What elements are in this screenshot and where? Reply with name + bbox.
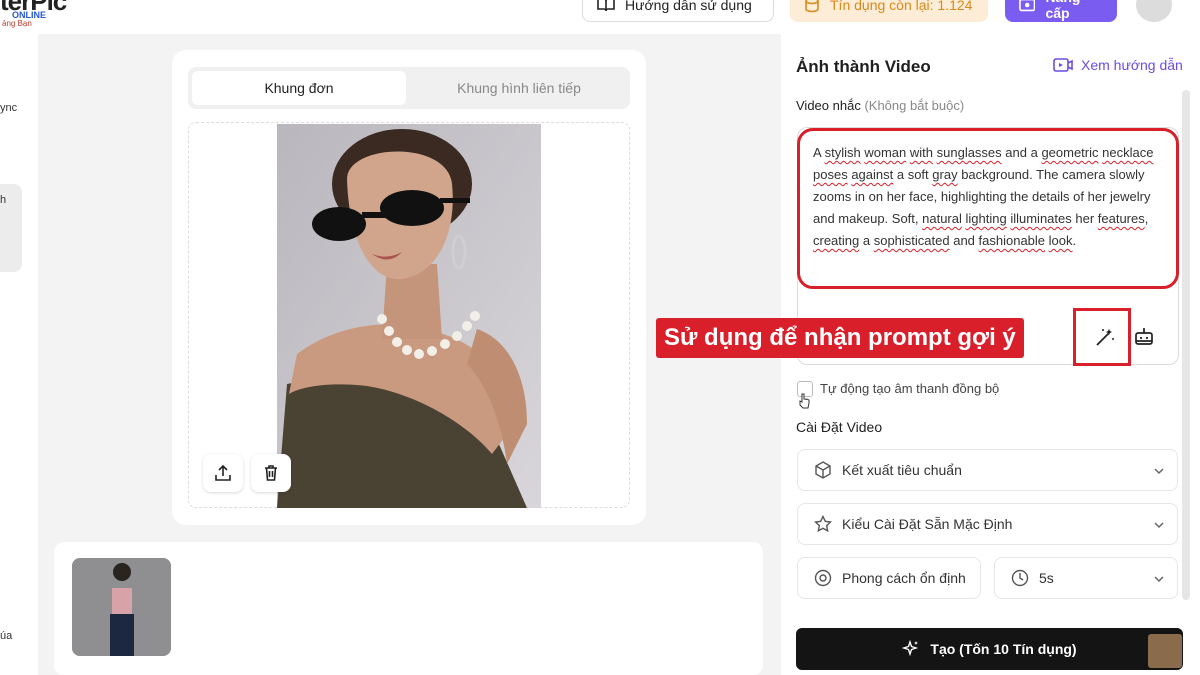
chevron-down-icon — [1154, 468, 1164, 475]
hand-cursor-icon — [799, 393, 810, 409]
prompt-label: Video nhắc (Không bắt buộc) — [796, 98, 964, 113]
robot-icon[interactable] — [1133, 325, 1155, 347]
create-video-button[interactable]: Tạo (Tốn 10 Tín dụng) — [796, 628, 1183, 670]
credits-label: Tín dụng còn lại: 1.124 — [830, 0, 973, 13]
book-icon — [597, 0, 615, 12]
app-logo[interactable]: terPic ONLINE ảng Bạn — [0, 0, 82, 32]
video-settings-title: Cài Đặt Video — [796, 419, 883, 435]
cube-icon — [815, 461, 831, 479]
credits-badge[interactable]: Tín dụng còn lại: 1.124 — [790, 0, 988, 22]
user-avatar[interactable] — [1136, 0, 1172, 22]
render-mode-select[interactable]: Kết xuất tiêu chuẩn — [797, 449, 1178, 491]
upgrade-label: Nâng cấp — [1045, 0, 1080, 21]
render-mode-value: Kết xuất tiêu chuẩn — [842, 462, 962, 478]
style-preset-value: Kiểu Cài Đặt Sẵn Mặc Định — [842, 516, 1013, 532]
guide-label: Hướng dẫn sử dụng — [625, 0, 752, 13]
clock-icon — [1011, 569, 1029, 587]
chevron-down-icon — [1154, 522, 1164, 529]
top-bar: terPic ONLINE ảng Bạn Hướng dẫn sử dụng … — [0, 0, 1200, 34]
sparkle-icon — [902, 640, 919, 657]
tab-sequence-frames[interactable]: Khung hình liên tiếp — [412, 71, 626, 105]
star-icon — [814, 515, 832, 533]
prompt-label-text: Video nhắc — [796, 98, 861, 113]
suggest-prompt-callout: Sử dụng để nhận prompt gợi ý — [656, 318, 1024, 358]
uploaded-photo — [277, 124, 541, 508]
panel-scrollbar[interactable] — [1182, 90, 1190, 600]
logo-tagline: ảng Bạn — [2, 19, 32, 28]
guide-button[interactable]: Hướng dẫn sử dụng — [582, 0, 774, 22]
prompt-optional-text: (Không bắt buộc) — [864, 98, 965, 113]
sidebar-item-label[interactable]: h — [0, 194, 6, 206]
video-guide-icon — [1053, 58, 1073, 72]
upgrade-button[interactable]: Nâng cấp — [1005, 0, 1117, 22]
camera-style-select[interactable]: Phong cách ổn định — [797, 557, 981, 599]
view-guide-label: Xem hướng dẫn — [1081, 57, 1183, 73]
presenter-thumbnail — [1148, 634, 1182, 668]
style-preset-select[interactable]: Kiểu Cài Đặt Sẵn Mặc Định — [797, 503, 1178, 545]
left-sidebar: ync h úa — [0, 34, 38, 675]
history-thumbnail[interactable] — [72, 558, 171, 656]
crown-icon — [1019, 0, 1036, 12]
tab-single-frame[interactable]: Khung đơn — [192, 71, 406, 105]
view-guide-link[interactable]: Xem hướng dẫn — [1053, 57, 1183, 73]
upload-button[interactable] — [203, 454, 243, 492]
magic-wand-icon[interactable] — [1094, 326, 1116, 348]
upload-icon — [215, 464, 231, 481]
duration-select[interactable]: 5s — [994, 557, 1178, 599]
panel-title: Ảnh thành Video — [796, 57, 931, 76]
create-video-label: Tạo (Tốn 10 Tín dụng) — [930, 641, 1077, 657]
prompt-highlight-box — [797, 128, 1179, 289]
camera-style-value: Phong cách ổn định — [842, 570, 966, 586]
frame-mode-tabs: Khung đơn Khung hình liên tiếp — [188, 67, 630, 109]
duration-value: 5s — [1039, 570, 1054, 586]
sidebar-item-label[interactable]: ync — [0, 102, 17, 114]
stabilize-icon — [814, 569, 832, 587]
delete-button[interactable] — [251, 454, 291, 492]
coins-icon — [805, 0, 819, 13]
trash-icon — [265, 465, 277, 481]
sidebar-item-label[interactable]: úa — [0, 630, 12, 642]
auto-audio-label: Tự động tạo âm thanh đồng bộ — [820, 381, 1000, 396]
chevron-down-icon — [1154, 576, 1164, 583]
